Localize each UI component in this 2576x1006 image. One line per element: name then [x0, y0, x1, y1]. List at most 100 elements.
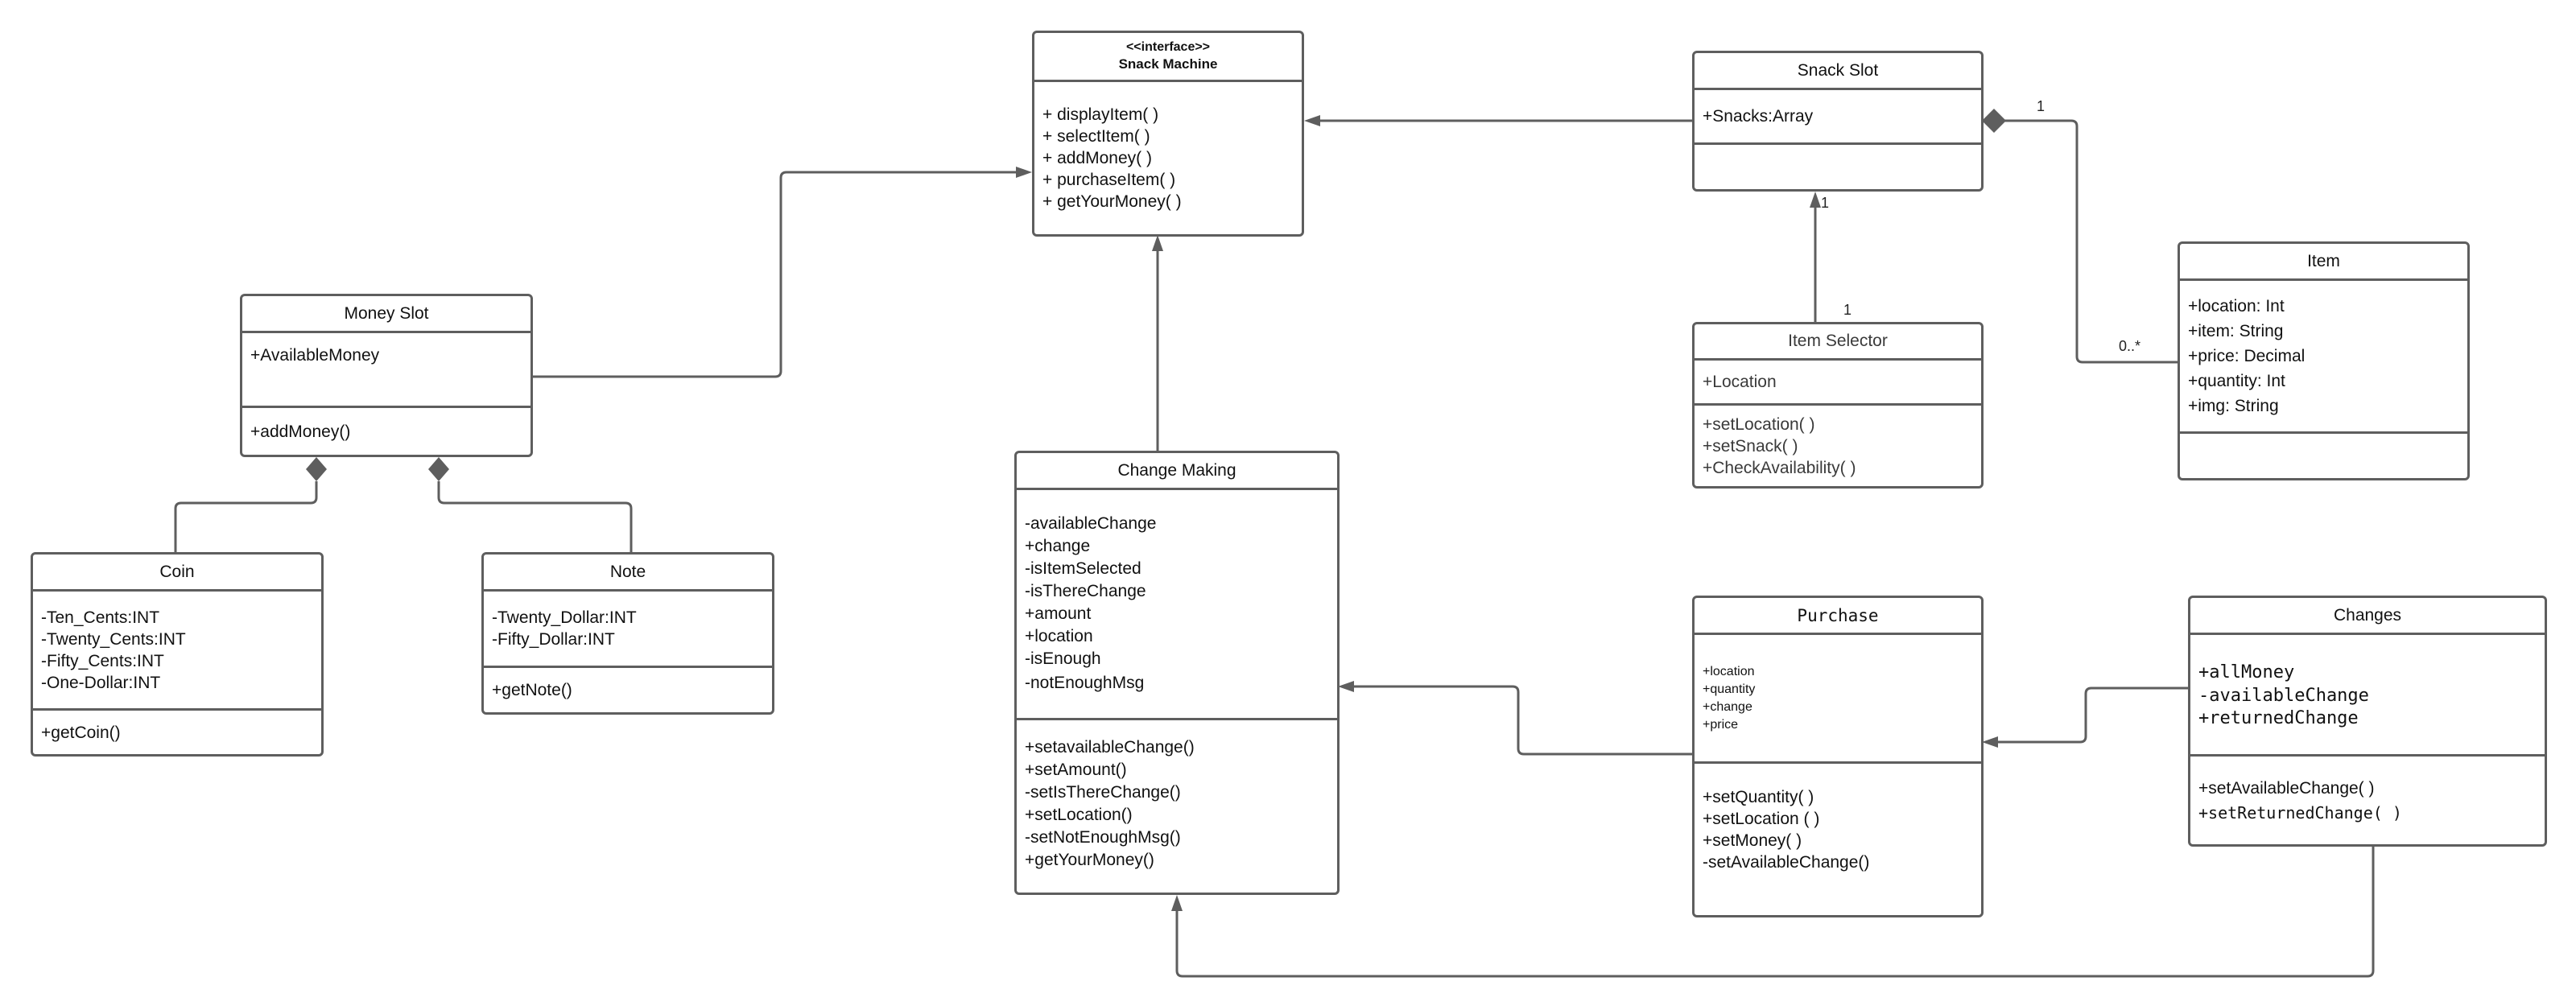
attributes-section: -availableChange +change -isItemSelected… — [1017, 490, 1337, 718]
arrowhead-snackmachine-left — [1016, 167, 1032, 178]
edge-moneyslot-to-note — [437, 481, 633, 554]
attributes-section: +location +quantity +change +price — [1695, 635, 1981, 761]
class-header: Purchase — [1695, 598, 1981, 635]
class-name: Item — [2307, 251, 2340, 270]
class-header: Change Making — [1017, 453, 1337, 490]
class-name: Item Selector — [1788, 332, 1888, 350]
attribute: -Ten_Cents:INT — [41, 608, 160, 627]
operations-section: +setavailableChange() +setAmount() -setI… — [1017, 718, 1337, 893]
class-snack-slot[interactable]: Snack Slot +Snacks:Array — [1692, 51, 1984, 192]
class-name: Change Making — [1117, 460, 1236, 480]
class-name: Purchase — [1797, 605, 1879, 625]
operation: -setIsThereChange() — [1025, 783, 1181, 802]
operation: +setSnack( ) — [1703, 436, 1798, 456]
attribute: -Fifty_Dollar:INT — [492, 630, 615, 649]
operation: -setAvailableChange() — [1703, 853, 1870, 872]
operations-section — [2180, 431, 2467, 478]
class-change-making[interactable]: Change Making -availableChange +change -… — [1014, 451, 1340, 895]
attribute: +Snacks:Array — [1703, 107, 1814, 126]
operation: -setNotEnoughMsg() — [1025, 828, 1181, 847]
stereotype-label: <<interface>> — [1125, 40, 1211, 54]
edge-snackslot-to-item — [2004, 119, 2179, 364]
attribute: +quantity: Int — [2188, 372, 2285, 390]
operation: +setReturnedChange( ) — [2198, 802, 2402, 823]
attributes-section: -Twenty_Dollar:INT -Fifty_Dollar:INT — [484, 592, 772, 666]
arrowhead-changemaking-bottom — [1171, 895, 1183, 911]
class-changes[interactable]: Changes +allMoney -availableChange +retu… — [2188, 596, 2547, 847]
class-item-selector[interactable]: Item Selector +Location +setLocation( ) … — [1692, 322, 1984, 489]
attribute: +change — [1703, 699, 1752, 714]
attribute: +returnedChange — [2198, 707, 2359, 728]
attribute: -notEnoughMsg — [1025, 673, 1145, 692]
attribute: +Location — [1703, 373, 1777, 391]
operation: + addMoney( ) — [1042, 149, 1152, 167]
class-header: Money Slot — [242, 296, 530, 333]
operation: + getYourMoney( ) — [1042, 192, 1182, 211]
operation: +getNote() — [492, 681, 572, 699]
arrowhead-snackslot-bottom — [1810, 192, 1821, 208]
attributes-section: -Ten_Cents:INT -Twenty_Cents:INT -Fifty_… — [33, 592, 321, 708]
edge-moneyslot-to-coin — [174, 481, 318, 554]
operation: +addMoney() — [250, 422, 351, 441]
arrowhead-snackmachine-right — [1304, 115, 1320, 126]
class-header: Note — [484, 555, 772, 592]
arrowhead-snackmachine-bottom — [1152, 235, 1163, 251]
operations-section — [1695, 142, 1981, 189]
class-header: Item Selector — [1695, 324, 1981, 361]
operation: + displayItem( ) — [1042, 105, 1159, 124]
attributes-section: +AvailableMoney — [242, 333, 530, 406]
multiplicity-snackslot-bottom: 1 — [1821, 195, 1830, 211]
attributes-section: +allMoney -availableChange +returnedChan… — [2190, 635, 2545, 754]
operation: +setAvailableChange( ) — [2198, 778, 2375, 798]
operation: +getCoin() — [41, 723, 121, 742]
class-header: Coin — [33, 555, 321, 592]
class-header: Item — [2180, 244, 2467, 281]
attribute: +location — [1703, 664, 1755, 678]
attribute: -Twenty_Dollar:INT — [492, 608, 637, 627]
class-header: <<interface>> Snack Machine — [1034, 33, 1302, 82]
class-name: Coin — [159, 562, 195, 581]
class-note[interactable]: Note -Twenty_Dollar:INT -Fifty_Dollar:IN… — [481, 552, 774, 715]
attribute: +location — [1025, 626, 1093, 645]
operations-section: + displayItem( ) + selectItem( ) + addMo… — [1034, 82, 1302, 234]
multiplicity-snackslot-whole: 1 — [2037, 98, 2046, 114]
attribute: +allMoney — [2198, 662, 2295, 682]
operations-section: +getNote() — [484, 666, 772, 712]
attribute: -isEnough — [1025, 649, 1101, 668]
edge-moneyslot-to-snackmachine — [531, 171, 1021, 378]
class-name: Snack Machine — [1118, 56, 1218, 72]
attribute: -Twenty_Cents:INT — [41, 629, 186, 649]
class-name: Changes — [2333, 605, 2402, 625]
attribute: -Fifty_Cents:INT — [41, 651, 164, 670]
operations-section: +setQuantity( ) +setLocation ( ) +setMon… — [1695, 761, 1981, 915]
attribute: +item: String — [2188, 322, 2284, 340]
class-header: Changes — [2190, 598, 2545, 635]
operations-section: +addMoney() — [242, 406, 530, 455]
class-purchase[interactable]: Purchase +location +quantity +change +pr… — [1692, 596, 1984, 917]
operations-section: +setLocation( ) +setSnack( ) +CheckAvail… — [1695, 403, 1981, 486]
attribute: +price: Decimal — [2188, 347, 2306, 365]
operation: +getYourMoney() — [1025, 851, 1154, 869]
class-name: Note — [609, 562, 646, 581]
operation: +setLocation() — [1025, 806, 1133, 824]
attribute: +img: String — [2188, 397, 2279, 415]
attribute: -isThereChange — [1025, 581, 1146, 600]
composition-diamond-snackslot — [1982, 109, 2006, 133]
edge-changes-to-purchase — [1996, 686, 2190, 744]
class-name: Money Slot — [344, 303, 429, 323]
class-snack-machine[interactable]: <<interface>> Snack Machine + displayIte… — [1032, 31, 1304, 237]
class-coin[interactable]: Coin -Ten_Cents:INT -Twenty_Cents:INT -F… — [31, 552, 324, 757]
class-money-slot[interactable]: Money Slot +AvailableMoney +addMoney() — [240, 294, 533, 457]
class-item[interactable]: Item +location: Int +item: String +price… — [2178, 241, 2470, 480]
multiplicity-item-part: 0..* — [2119, 338, 2141, 354]
operation: +setLocation ( ) — [1703, 810, 1820, 828]
operation: +setavailableChange() — [1025, 738, 1195, 757]
attribute: -One-Dollar:INT — [41, 673, 161, 692]
attribute: -availableChange — [2198, 685, 2369, 706]
operations-section: +getCoin() — [33, 708, 321, 754]
operation: +CheckAvailability( ) — [1703, 458, 1856, 477]
attribute: +location: Int — [2188, 297, 2285, 315]
attributes-section: +location: Int +item: String +price: Dec… — [2180, 281, 2467, 431]
attribute: +AvailableMoney — [250, 346, 380, 365]
composition-diamond-note — [428, 457, 449, 481]
